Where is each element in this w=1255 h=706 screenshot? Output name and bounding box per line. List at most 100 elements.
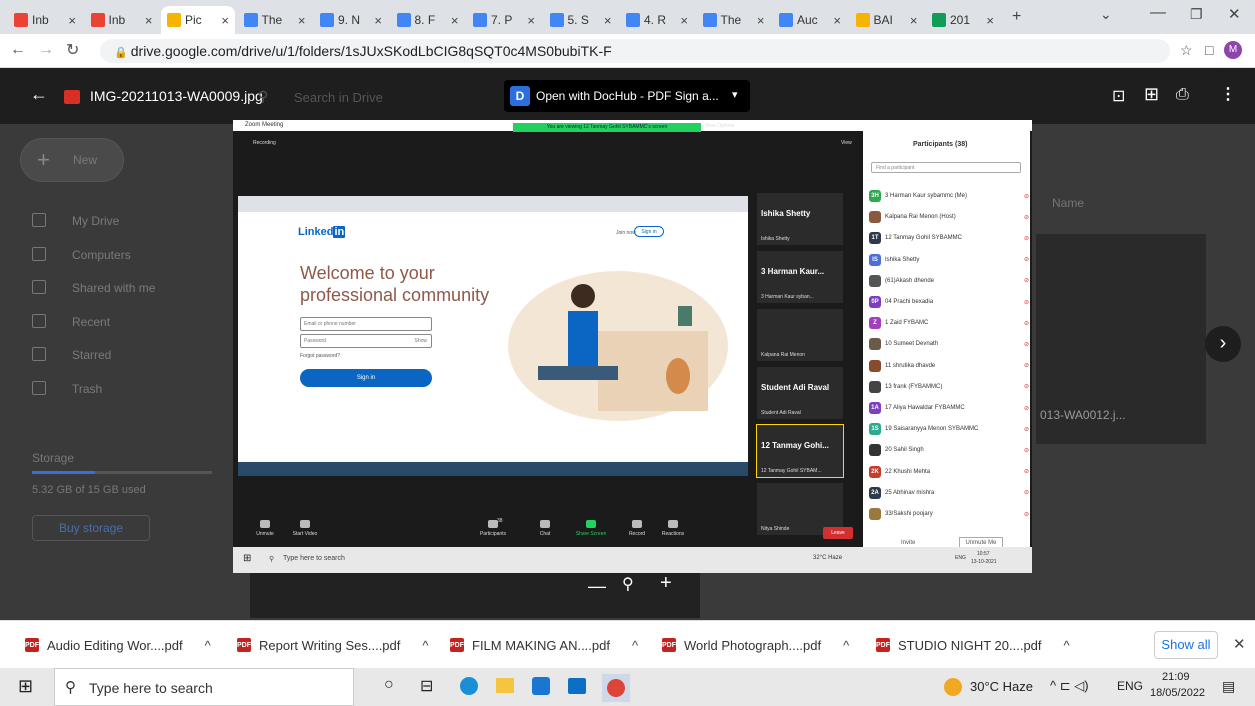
next-file-button[interactable]: › (1205, 326, 1241, 362)
url-bar[interactable]: 🔒 drive.google.com/drive/u/1/folders/1sJ… (100, 39, 1170, 63)
star-icon[interactable]: ☆ (1180, 42, 1193, 59)
download-item[interactable]: PDF Report Writing Ses....pdf ^ (237, 631, 428, 659)
zoom-out-icon[interactable]: — (588, 576, 606, 597)
download-menu-icon[interactable]: ^ (1064, 638, 1070, 653)
tab-close-icon[interactable]: × (910, 13, 918, 28)
participant-name: 04 Prachi bexadia (885, 299, 934, 305)
print-icon[interactable]: ⎙ (1176, 86, 1189, 104)
new-tab-button[interactable]: + (1012, 8, 1021, 26)
buy-storage-button[interactable]: Buy storage (32, 515, 150, 541)
muted-mic-icon: ⊘ (1023, 235, 1029, 242)
sidebar-item-5[interactable]: Trash (32, 380, 192, 401)
video-tile: 12 Tanmay Gohi... 12 Tanmay Gohil SYBAM..… (756, 424, 844, 478)
tab-close-icon[interactable]: × (833, 13, 841, 28)
tab-search-icon[interactable]: ⌄ (1100, 6, 1112, 23)
sidebar-item-4[interactable]: Starred (32, 347, 192, 367)
recording-label: Recording (253, 140, 276, 146)
address-bar-row: ← → ↻ 🔒 drive.google.com/drive/u/1/folde… (0, 34, 1255, 68)
tab-9[interactable]: The × (697, 6, 771, 34)
restore-button[interactable]: ❐ (1190, 6, 1203, 23)
tab-10[interactable]: Auc × (773, 6, 847, 34)
download-menu-icon[interactable]: ^ (632, 638, 638, 653)
show-all-button[interactable]: Show all (1154, 631, 1218, 659)
mail-icon[interactable] (568, 678, 586, 694)
store-icon[interactable] (532, 677, 550, 695)
minimize-button[interactable]: — (1150, 4, 1166, 22)
download-item[interactable]: PDF World Photograph....pdf ^ (662, 631, 849, 659)
chrome-taskbar-icon[interactable] (602, 674, 630, 702)
taskbar-search-box[interactable]: ⚲ Type here to search (54, 668, 354, 706)
tab-12[interactable]: 201 × (926, 6, 1000, 34)
download-item[interactable]: PDF FILM MAKING AN....pdf ^ (450, 631, 638, 659)
tab-close-icon[interactable]: × (68, 13, 76, 28)
download-item[interactable]: PDF STUDIO NIGHT 20....pdf ^ (876, 631, 1070, 659)
forward-icon[interactable]: → (38, 41, 54, 59)
language-indicator[interactable]: ENG (1117, 679, 1143, 693)
tab-close-icon[interactable]: × (604, 13, 612, 28)
task-view-icon[interactable]: ⊟ (420, 676, 433, 696)
add-shortcut-icon[interactable]: ⊡ (1112, 86, 1125, 106)
tab-close-icon[interactable]: × (757, 13, 765, 28)
tab-6[interactable]: 7. P × (467, 6, 541, 34)
tab-4[interactable]: 9. N × (314, 6, 388, 34)
tab-close-icon[interactable]: × (221, 13, 229, 28)
sidebar-item-0[interactable]: My Drive (32, 213, 192, 233)
participant-row: 1A 17 Aliya Hawaldar FYBAMMC ⊘ (869, 398, 1029, 418)
linkedin-logo: Linkedin (298, 226, 346, 238)
notification-icon[interactable]: ▤ (1222, 678, 1235, 695)
open-with-button[interactable]: D Open with DocHub - PDF Sign a... ▾ (504, 80, 750, 112)
inner-time: 10:57 (977, 551, 990, 557)
tab-close-icon[interactable]: × (680, 13, 688, 28)
tab-close-icon[interactable]: × (451, 13, 459, 28)
tab-7[interactable]: 5. S × (544, 6, 618, 34)
weather-text[interactable]: 30°C Haze (970, 679, 1033, 694)
tab-close-icon[interactable]: × (298, 13, 306, 28)
tab-strip-icon[interactable]: □ (1205, 42, 1213, 58)
tab-1[interactable]: Inb × (85, 6, 159, 34)
sidebar-item-1[interactable]: Computers (32, 246, 192, 267)
download-menu-icon[interactable]: ^ (205, 638, 211, 653)
tray-icons[interactable]: ^ ⊏ ◁) (1050, 678, 1089, 694)
tab-3[interactable]: The × (238, 6, 312, 34)
tab-close-icon[interactable]: × (374, 13, 382, 28)
reload-icon[interactable]: ↻ (66, 40, 79, 60)
tab-2[interactable]: Pic × (161, 6, 235, 34)
participant-row: 1T 12 Tanmay Gohil SYBAMMC ⊘ (869, 228, 1029, 248)
sidebar-item-2[interactable]: Shared with me (32, 280, 192, 300)
browser-tab-bar: Inb × Inb × Pic × The × 9. N × 8. F × 7. P × 5. S × 4. R… (0, 0, 1255, 34)
download-item[interactable]: PDF Audio Editing Wor....pdf ^ (25, 631, 211, 659)
clock-date[interactable]: 18/05/2022 (1150, 687, 1205, 699)
zoom-in-icon[interactable]: + (660, 572, 672, 595)
magnifier-icon[interactable]: ⚲ (622, 574, 634, 594)
open-new-window-icon[interactable]: ⊞ (1144, 84, 1159, 105)
new-button[interactable]: + New (20, 138, 124, 182)
back-arrow-icon[interactable]: ← (30, 84, 48, 105)
file-explorer-icon[interactable] (496, 678, 514, 693)
edge-icon[interactable] (460, 677, 478, 695)
profile-avatar[interactable]: M (1224, 41, 1242, 59)
tab-close-icon[interactable]: × (527, 13, 535, 28)
zoom-control-6: Reactions (653, 520, 693, 542)
inner-weather: 32°C Haze (813, 555, 843, 561)
download-menu-icon[interactable]: ^ (843, 638, 849, 653)
windows-start-icon[interactable]: ⊞ (18, 676, 33, 697)
tab-8[interactable]: 4. R × (620, 6, 694, 34)
tab-close-icon[interactable]: × (145, 13, 153, 28)
tab-11[interactable]: BAI × (850, 6, 924, 34)
participant-row: 20 Sahil Singh ⊘ (869, 440, 1029, 460)
tab-label: 9. N (338, 13, 361, 27)
more-options-icon[interactable]: ⋮ (1220, 84, 1236, 104)
name-column-header[interactable]: Name (1052, 196, 1084, 210)
clock-time[interactable]: 21:09 (1162, 671, 1190, 683)
tab-close-icon[interactable]: × (986, 13, 994, 28)
download-menu-icon[interactable]: ^ (422, 638, 428, 653)
back-icon[interactable]: ← (10, 41, 26, 59)
tile-label: Kalpana Rai Menon (761, 352, 805, 358)
tab-0[interactable]: Inb × (8, 6, 82, 34)
close-window-button[interactable]: ✕ (1228, 5, 1241, 23)
sidebar-item-3[interactable]: Recent (32, 313, 192, 334)
tab-5[interactable]: 8. F × (391, 6, 465, 34)
close-downloads-icon[interactable]: ✕ (1233, 635, 1246, 653)
cortana-icon[interactable]: ○ (384, 676, 394, 694)
open-with-dropdown-icon[interactable]: ▾ (732, 88, 738, 101)
